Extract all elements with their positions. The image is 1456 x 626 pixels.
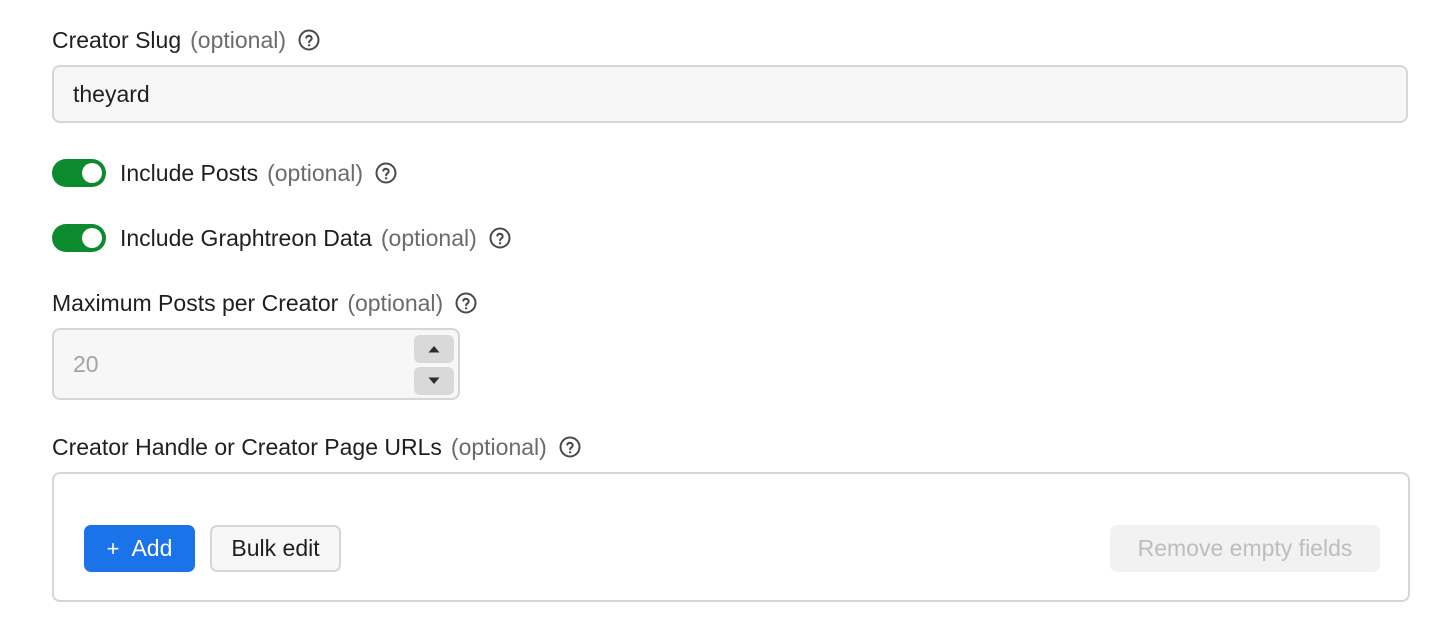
include-graphtreon-toggle[interactable] [52, 224, 106, 252]
caret-up-icon [428, 346, 440, 353]
caret-down-icon [428, 377, 440, 384]
stepper-down-button[interactable] [414, 367, 454, 395]
creator-slug-input[interactable] [52, 65, 1408, 123]
toggle-knob [82, 228, 102, 248]
max-posts-number-field [52, 328, 460, 400]
stepper-up-button[interactable] [414, 335, 454, 363]
bulk-edit-label: Bulk edit [231, 535, 320, 561]
form: Creator Slug (optional) Include Posts (o… [0, 0, 1456, 626]
bulk-edit-button[interactable]: Bulk edit [210, 525, 341, 572]
max-posts-label: Maximum Posts per Creator (optional) [52, 288, 478, 318]
plus-icon: + [106, 535, 120, 561]
max-posts-label-text: Maximum Posts per Creator [52, 290, 339, 316]
include-posts-row: Include Posts (optional) [52, 159, 398, 187]
help-circle-icon[interactable] [297, 28, 321, 52]
creator-urls-label-text: Creator Handle or Creator Page URLs [52, 434, 442, 460]
creator-urls-list: + Add Bulk edit Remove empty fields [52, 472, 1410, 602]
toggle-knob [82, 163, 102, 183]
optional-tag: (optional) [190, 27, 287, 53]
help-circle-icon[interactable] [374, 161, 398, 185]
remove-empty-fields-label: Remove empty fields [1137, 535, 1353, 561]
max-posts-input[interactable] [54, 330, 394, 398]
optional-tag: (optional) [450, 434, 547, 460]
add-button[interactable]: + Add [84, 525, 195, 572]
optional-tag: (optional) [380, 224, 477, 251]
help-circle-icon[interactable] [558, 435, 582, 459]
optional-tag: (optional) [267, 159, 363, 186]
add-button-label: Add [131, 535, 173, 561]
remove-empty-fields-button[interactable]: Remove empty fields [1110, 525, 1380, 572]
include-graphtreon-row: Include Graphtreon Data (optional) [52, 224, 512, 252]
help-circle-icon[interactable] [488, 226, 512, 250]
creator-slug-label: Creator Slug (optional) [52, 25, 321, 55]
help-circle-icon[interactable] [454, 291, 478, 315]
include-posts-toggle[interactable] [52, 159, 106, 187]
optional-tag: (optional) [347, 290, 444, 316]
include-posts-label: Include Posts [120, 159, 259, 186]
include-graphtreon-label: Include Graphtreon Data [120, 224, 372, 251]
creator-slug-label-text: Creator Slug [52, 27, 182, 53]
creator-urls-label: Creator Handle or Creator Page URLs (opt… [52, 432, 582, 462]
